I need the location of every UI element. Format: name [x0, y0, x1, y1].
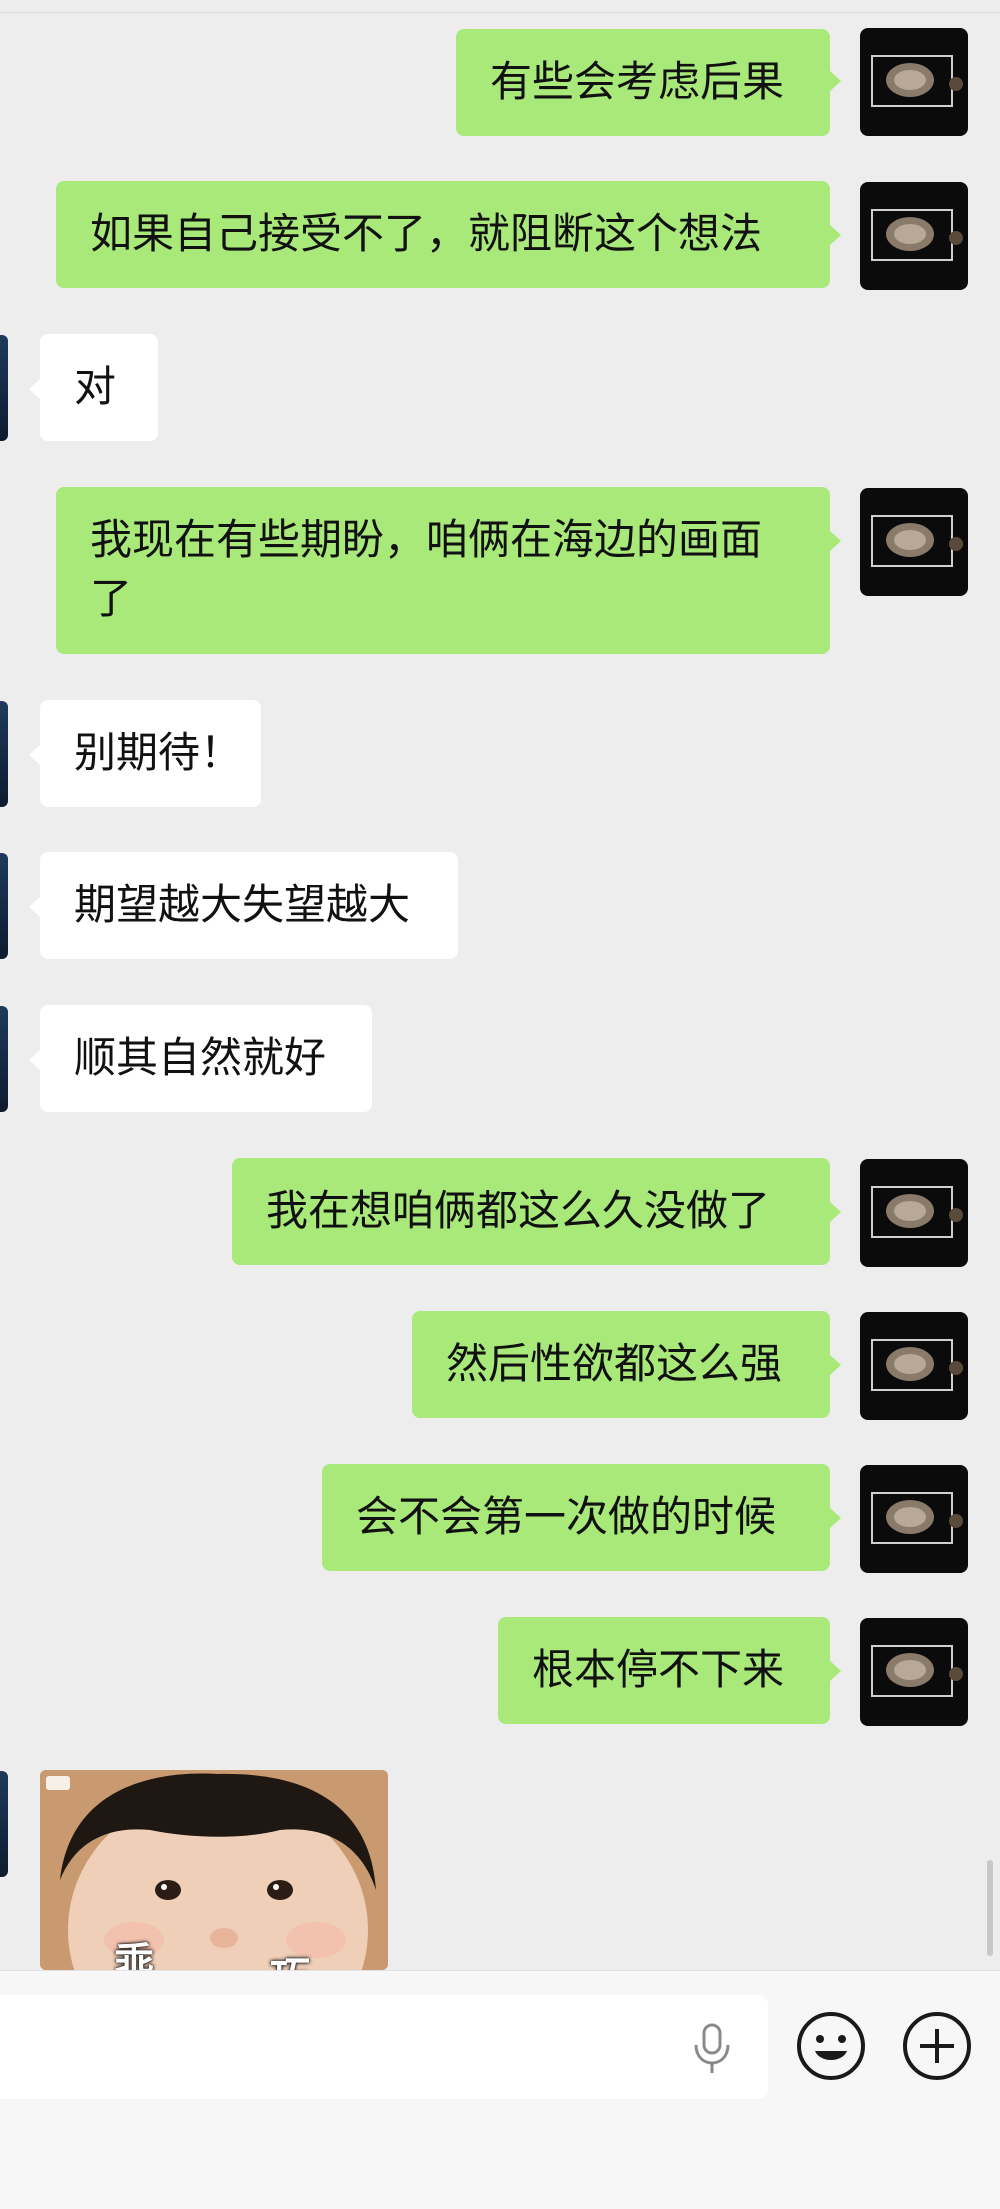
avatar-image	[871, 1186, 963, 1238]
microphone-icon[interactable]	[690, 2023, 734, 2075]
message-text: 对	[74, 362, 117, 411]
sent-message-bubble[interactable]: 根本停不下来	[498, 1617, 830, 1724]
avatar-image	[871, 55, 963, 107]
self-avatar[interactable]	[860, 488, 968, 596]
self-avatar[interactable]	[860, 28, 968, 136]
avatar-image	[871, 1339, 963, 1391]
message-text: 顺其自然就好	[74, 1033, 327, 1082]
bubble-tail	[829, 530, 841, 552]
chat-history[interactable]: 有些会考虑后果 如果自己接受不了，就阻断这个想法 对 我现在有些期盼，咱俩在海边…	[0, 0, 1000, 1970]
plus-circle-icon[interactable]	[902, 2011, 972, 2081]
bubble-tail	[829, 224, 841, 246]
message-text: 我在想咱俩都这么久没做了	[266, 1186, 771, 1235]
received-message-bubble[interactable]: 对	[40, 334, 158, 441]
message-text: 我现在有些期盼，咱俩在海边的画面了	[90, 515, 763, 623]
contact-avatar[interactable]	[0, 853, 8, 959]
scrollbar-thumb[interactable]	[987, 1860, 993, 1956]
message-text: 有些会考虑后果	[490, 57, 785, 106]
sent-message-bubble[interactable]: 然后性欲都这么强	[412, 1311, 830, 1418]
message-text: 别期待！	[74, 728, 243, 777]
self-avatar[interactable]	[860, 1618, 968, 1726]
message-text: 如果自己接受不了，就阻断这个想法	[90, 209, 763, 258]
self-avatar[interactable]	[860, 1159, 968, 1267]
avatar-image	[871, 515, 963, 567]
message-input-field[interactable]	[0, 1995, 768, 2099]
sent-message-bubble[interactable]: 会不会第一次做的时候	[322, 1464, 830, 1571]
message-text: 然后性欲都这么强	[446, 1339, 783, 1388]
sticker-caption-right: 巧	[270, 1944, 310, 1970]
self-avatar[interactable]	[860, 1465, 968, 1573]
sent-message-bubble[interactable]: 我在想咱俩都这么久没做了	[232, 1158, 830, 1265]
bubble-tail	[829, 1507, 841, 1529]
child-face-illustration	[40, 1770, 388, 1970]
sent-message-bubble[interactable]: 如果自己接受不了，就阻断这个想法	[56, 181, 830, 288]
message-text: 期望越大失望越大	[74, 880, 411, 929]
contact-avatar[interactable]	[0, 335, 8, 441]
avatar-image	[871, 1645, 963, 1697]
contact-avatar[interactable]	[0, 1771, 8, 1877]
bubble-tail	[829, 1660, 841, 1682]
received-message-bubble[interactable]: 别期待！	[40, 700, 261, 807]
received-message-bubble[interactable]: 顺其自然就好	[40, 1005, 372, 1112]
contact-avatar[interactable]	[0, 701, 8, 807]
sticker-image[interactable]: 乖 巧	[40, 1770, 388, 1970]
input-toolbar	[0, 1970, 1000, 2209]
bubble-tail	[829, 1201, 841, 1223]
contact-avatar[interactable]	[0, 1006, 8, 1112]
sent-message-bubble[interactable]: 我现在有些期盼，咱俩在海边的画面了	[56, 487, 830, 654]
message-text: 根本停不下来	[532, 1645, 785, 1694]
avatar-image	[871, 209, 963, 261]
sent-message-bubble[interactable]: 有些会考虑后果	[456, 29, 830, 136]
bubble-tail	[829, 1354, 841, 1376]
smiley-icon[interactable]	[796, 2011, 866, 2081]
avatar-image	[871, 1492, 963, 1544]
self-avatar[interactable]	[860, 1312, 968, 1420]
self-avatar[interactable]	[860, 182, 968, 290]
received-message-bubble[interactable]: 期望越大失望越大	[40, 852, 458, 959]
message-text: 会不会第一次做的时候	[356, 1492, 777, 1541]
bubble-tail	[829, 70, 841, 92]
sticker-caption-left: 乖	[114, 1940, 154, 1970]
